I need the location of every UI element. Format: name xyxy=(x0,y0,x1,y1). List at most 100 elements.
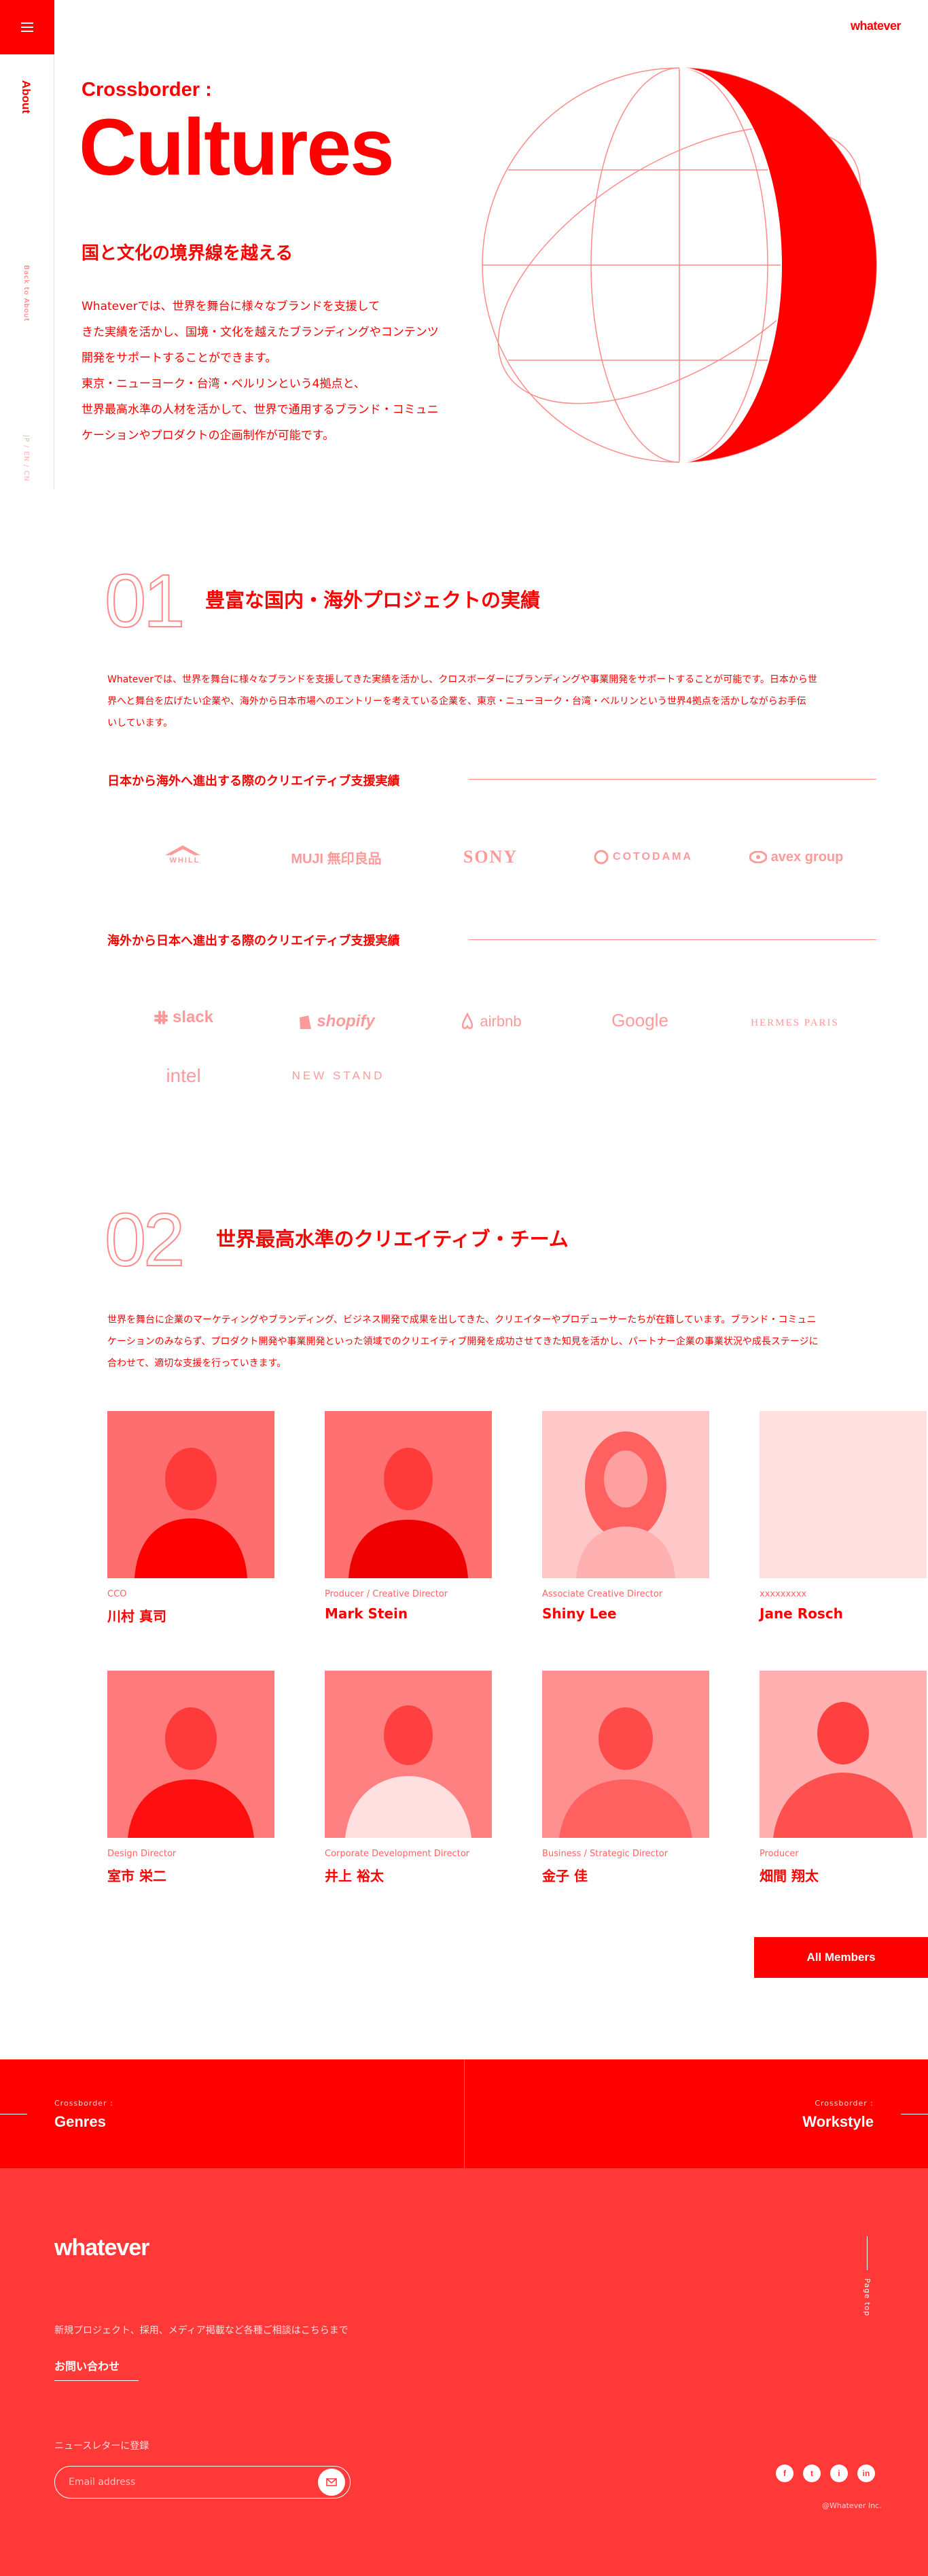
member-role: Associate Creative Director xyxy=(542,1589,663,1599)
section-body: 世界を舞台に企業のマーケティングやブランディング、ビジネス開発で成果を出してきた… xyxy=(107,1309,882,1374)
submit-email-button[interactable] xyxy=(318,2469,345,2496)
client-logo: WHILL xyxy=(144,844,226,865)
body-line: ケーションのみならず、プロダクト開発や事業開発といった領域でのクリエイティブ開発… xyxy=(107,1336,819,1347)
slack-icon xyxy=(154,1011,168,1024)
inbound-heading: 海外から日本へ進出する際のクリエイティブ支援実績 xyxy=(107,934,400,948)
member-name[interactable]: 畑間 翔太 xyxy=(760,1865,819,1885)
social-links: f t i in xyxy=(776,2465,875,2482)
hero-body-line: ケーションやプロダクトの企画制作が可能です。 xyxy=(82,429,334,442)
member-role: Business / Strategic Director xyxy=(542,1849,668,1859)
twitter-icon[interactable]: t xyxy=(803,2465,821,2482)
hero-body-line: Whateverでは、世界を舞台に様々なブランドを支援して xyxy=(82,300,380,313)
client-logo: NEW STAND xyxy=(291,1069,385,1082)
section-title: 豊富な国内・海外プロジェクトの実績 xyxy=(205,589,541,612)
facebook-icon[interactable]: f xyxy=(776,2465,793,2482)
body-line: 世界を舞台に企業のマーケティングやブランディング、ビジネス開発で成果を出してきた… xyxy=(107,1315,817,1325)
member-name[interactable]: Mark Stein xyxy=(325,1605,408,1622)
member-role: CCO xyxy=(107,1589,127,1599)
member-photo[interactable] xyxy=(325,1671,492,1838)
copyright: @Whatever Inc. xyxy=(822,2501,882,2510)
bottom-nav: Crossborder : Genres Crossborder : Works… xyxy=(0,2059,928,2168)
hero-lead: 国と文化の境界線を越える xyxy=(82,243,293,264)
client-logo: MUJI 無印良品 xyxy=(291,851,382,867)
globe-illustration xyxy=(482,67,877,463)
member-photo[interactable] xyxy=(325,1411,492,1578)
section-number: 02 xyxy=(104,1198,185,1282)
member-role: Design Director xyxy=(107,1849,177,1859)
member-name[interactable]: 室市 栄二 xyxy=(107,1865,166,1885)
avex-icon xyxy=(749,851,767,863)
whill-icon xyxy=(164,845,201,856)
contact-link[interactable]: お問い合わせ xyxy=(54,2357,139,2381)
nav-big-label: Workstyle xyxy=(802,2113,874,2130)
client-logo: avex group xyxy=(735,847,857,867)
client-logo: airbnb xyxy=(450,1011,531,1032)
member-name[interactable]: 井上 裕太 xyxy=(325,1865,384,1885)
client-logo: Google xyxy=(611,1009,668,1030)
section-number: 01 xyxy=(104,559,185,643)
member-role: Producer / Creative Director xyxy=(325,1589,448,1599)
page-top-label: Page top xyxy=(863,2278,872,2317)
member-photo[interactable] xyxy=(542,1411,709,1578)
divider xyxy=(469,779,876,780)
client-logo: intel xyxy=(166,1065,201,1086)
nav-small-label: Crossborder : xyxy=(54,2099,113,2108)
member-photo-placeholder[interactable] xyxy=(760,1411,927,1578)
client-logo: COTODAMA xyxy=(586,847,701,867)
page-top-line xyxy=(867,2236,868,2270)
linkedin-icon[interactable]: in xyxy=(857,2465,875,2482)
all-members-button[interactable]: All Members xyxy=(754,1937,928,1978)
member-name[interactable]: Jane Rosch xyxy=(760,1605,843,1622)
instagram-icon[interactable]: i xyxy=(830,2465,848,2482)
member-photo[interactable] xyxy=(760,1671,927,1838)
section-body: Whateverでは、世界を舞台に様々なブランドを支援してきた実績を活かし、クロ… xyxy=(107,669,882,734)
member-name[interactable]: 川村 真司 xyxy=(107,1605,166,1625)
hero-body-line: 世界最高水準の人材を活かして、世界で通用するブランド・コミュニ xyxy=(82,403,439,417)
hero-body: Whateverでは、世界を舞台に様々なブランドを支援して きた実績を活かし、国… xyxy=(82,294,469,449)
email-input[interactable] xyxy=(54,2466,351,2499)
divider xyxy=(469,939,876,940)
member-name[interactable]: Shiny Lee xyxy=(542,1605,617,1622)
client-logo: slack xyxy=(143,1007,224,1028)
member-photo[interactable] xyxy=(107,1671,274,1838)
rail-language-switch[interactable]: JP / EN / CN xyxy=(22,435,30,482)
client-logo: HERMES PARIS xyxy=(751,1017,839,1028)
footer-logo[interactable]: whatever xyxy=(54,2235,149,2261)
airbnb-icon xyxy=(462,1013,474,1030)
client-logo: shopify xyxy=(285,1011,387,1032)
member-name[interactable]: 金子 佳 xyxy=(542,1865,588,1885)
nav-big-label: Genres xyxy=(54,2113,106,2130)
nav-next-workstyle[interactable]: Crossborder : Workstyle xyxy=(802,2099,874,2131)
member-role: Producer xyxy=(760,1849,799,1859)
section-title: 世界最高水準のクリエイティブ・チーム xyxy=(216,1228,569,1251)
page-top-link[interactable]: Page top xyxy=(863,2236,872,2318)
rail-about[interactable]: About xyxy=(19,80,33,114)
menu-button[interactable] xyxy=(0,0,54,54)
nav-prev-genres[interactable]: Crossborder : Genres xyxy=(54,2099,113,2131)
body-line: Whateverでは、世界を舞台に様々なブランドを支援してきた実績を活かし、クロ… xyxy=(107,674,817,685)
hero-subtitle: Crossborder : xyxy=(82,79,212,101)
mail-icon xyxy=(326,2478,337,2486)
inquiry-text: 新規プロジェクト、採用、メディア掲載など各種ご相談はこちらまで xyxy=(54,2325,349,2336)
nav-divider xyxy=(464,2059,465,2168)
hero-body-line: 東京・ニューヨーク・台湾・ベルリンという4拠点と、 xyxy=(82,377,365,391)
brand-logo[interactable]: whatever xyxy=(851,19,902,33)
nav-small-label: Crossborder : xyxy=(815,2099,874,2108)
outbound-heading: 日本から海外へ進出する際のクリエイティブ支援実績 xyxy=(107,774,400,788)
member-photo[interactable] xyxy=(107,1411,274,1578)
footer: whatever 新規プロジェクト、採用、メディア掲載など各種ご相談はこちらまで… xyxy=(0,2168,928,2576)
hamburger-icon xyxy=(21,27,33,28)
shopify-icon xyxy=(300,1015,312,1029)
member-role: Corporate Development Director xyxy=(325,1849,469,1859)
member-photo[interactable] xyxy=(542,1671,709,1838)
rail-back-link[interactable]: Back to About xyxy=(22,265,30,321)
newsletter-label: ニュースレターに登録 xyxy=(54,2441,149,2452)
member-role: xxxxxxxxx xyxy=(760,1589,807,1599)
body-line: 界へと舞台を広げたい企業や、海外から日本市場へのエントリーを考えている企業を、東… xyxy=(107,696,806,707)
hero-body-line: きた実績を活かし、国境・文化を越えたブランディングやコンテンツ xyxy=(82,326,439,339)
body-line: 合わせて、適切な支援を行っていきます。 xyxy=(107,1358,287,1369)
hero-body-line: 開発をサポートすることができます。 xyxy=(82,351,277,365)
page-title: Cultures xyxy=(79,103,395,192)
client-logo: SONY xyxy=(463,847,518,867)
cotodama-icon xyxy=(594,850,609,865)
